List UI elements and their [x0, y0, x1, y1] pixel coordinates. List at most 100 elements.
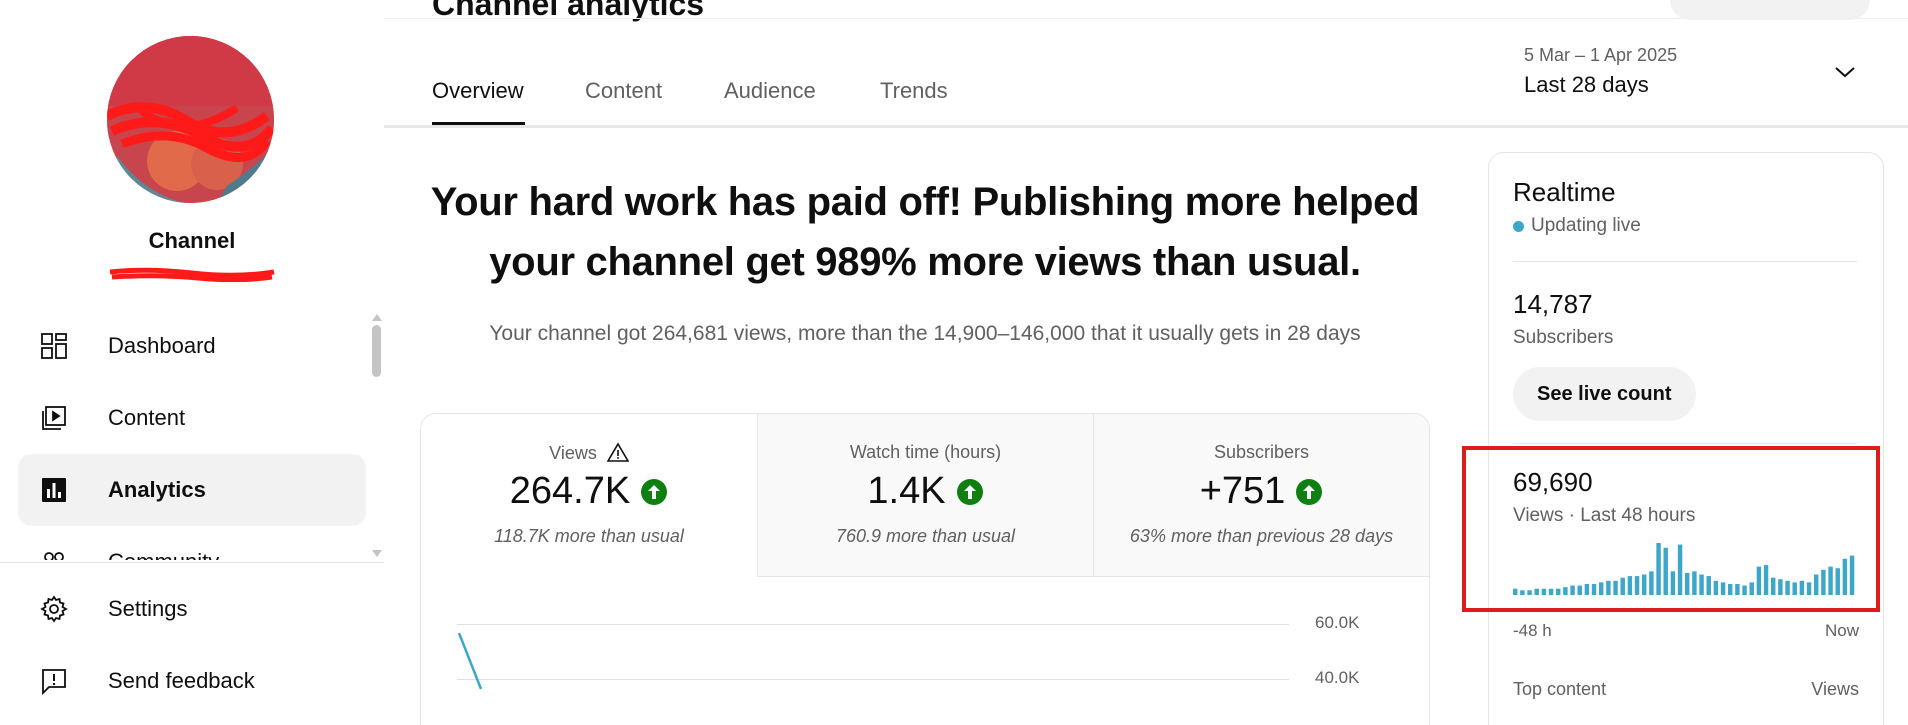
views-bar[interactable]: [1548, 588, 1554, 595]
views-bar[interactable]: [1591, 583, 1597, 595]
top-content-label: Top content: [1513, 679, 1607, 699]
views-bar[interactable]: [1771, 577, 1776, 595]
views-bar[interactable]: [1692, 571, 1697, 595]
sidebar-item-dashboard[interactable]: Dashboard: [18, 310, 366, 382]
realtime-views-label: Views · Last 48 hours: [1513, 505, 1696, 526]
sidebar-item-send-feedback[interactable]: Send feedback: [18, 645, 366, 717]
views-bar[interactable]: [1670, 571, 1676, 595]
subscriber-label: Subscribers: [1513, 327, 1614, 348]
views-bar[interactable]: [1534, 588, 1539, 595]
realtime-views-value: 69,690: [1513, 467, 1593, 497]
sidebar-item-label: Settings: [108, 596, 188, 621]
views-bar[interactable]: [1699, 574, 1704, 595]
views-bar[interactable]: [1756, 566, 1762, 595]
channel-avatar[interactable]: [107, 36, 274, 203]
sidebar-item-community[interactable]: Community: [18, 526, 366, 560]
views-bar[interactable]: [1728, 583, 1733, 595]
views-bar[interactable]: [1656, 543, 1661, 595]
views-bar[interactable]: [1778, 579, 1783, 595]
views-bar[interactable]: [1763, 565, 1769, 595]
views-bar[interactable]: [1799, 580, 1805, 595]
views-bar[interactable]: [1792, 582, 1797, 595]
metric-value: +751: [1199, 470, 1286, 512]
views-bar[interactable]: [1821, 569, 1826, 595]
views-bar[interactable]: [1785, 580, 1790, 595]
views-bar[interactable]: [1849, 555, 1855, 595]
sidebar-item-label: Dashboard: [108, 333, 216, 358]
chevron-down-icon[interactable]: [1834, 64, 1856, 80]
sidebar: Channel Dashboard Content Analytics Sett…: [0, 0, 384, 725]
sidebar-item-label: Send feedback: [108, 668, 255, 693]
views-bar[interactable]: [1599, 582, 1604, 595]
sidebar-bottom-nav: Settings Send feedback: [0, 573, 384, 717]
views-bar[interactable]: [1713, 580, 1719, 595]
top-content-metric: Views: [1811, 679, 1859, 699]
views-bar[interactable]: [1627, 576, 1633, 595]
views-bar[interactable]: [1806, 582, 1812, 595]
views-bar[interactable]: [1584, 583, 1590, 595]
views-bar[interactable]: [1649, 571, 1654, 595]
metric-tab-subscribers[interactable]: Subscribers +751 63% more than previous …: [1093, 414, 1429, 576]
tab-content[interactable]: Content: [585, 78, 662, 104]
tab-overview[interactable]: Overview: [432, 78, 524, 104]
metric-value: 264.7K: [509, 470, 631, 512]
feedback-icon: [40, 667, 68, 695]
y-tick-label: 40.0K: [1315, 668, 1360, 687]
page-title: Channel analytics: [432, 0, 705, 22]
views-bar[interactable]: [1570, 585, 1575, 595]
views-bar[interactable]: [1642, 574, 1647, 595]
metric-note: 760.9 more than usual: [835, 526, 1016, 546]
views-bar[interactable]: [1742, 585, 1747, 595]
tab-audience[interactable]: Audience: [724, 78, 816, 104]
tabs-divider: [384, 125, 1908, 128]
trend-up-icon: [1296, 478, 1323, 505]
metric-value: 1.4K: [867, 470, 946, 512]
sidebar-item-settings[interactable]: Settings: [18, 573, 366, 645]
views-bar[interactable]: [1563, 587, 1568, 595]
views-bar[interactable]: [1685, 572, 1690, 595]
views-chart: 60.0K 40.0K: [421, 577, 1429, 725]
see-live-count-button[interactable]: See live count: [1513, 367, 1696, 421]
views-bar[interactable]: [1828, 566, 1833, 595]
views-bar[interactable]: [1520, 590, 1525, 595]
sidebar-item-label: Analytics: [108, 477, 206, 502]
views-bar[interactable]: [1706, 576, 1711, 595]
metric-title: Views: [421, 442, 757, 464]
scroll-up-arrow[interactable]: [372, 314, 382, 321]
views-bar[interactable]: [1720, 582, 1726, 595]
redacted-handle: [109, 267, 275, 282]
metric-note: 63% more than previous 28 days: [1129, 526, 1394, 546]
live-status-text: Updating live: [1531, 215, 1641, 236]
advanced-mode-button[interactable]: [1670, 0, 1870, 20]
views-bar[interactable]: [1513, 588, 1518, 595]
realtime-views-chart[interactable]: [1513, 541, 1857, 595]
header-divider: [384, 18, 1908, 19]
views-bar[interactable]: [1577, 585, 1582, 595]
views-bar[interactable]: [1749, 582, 1754, 595]
views-bar[interactable]: [1556, 588, 1561, 595]
views-bar[interactable]: [1663, 547, 1668, 595]
tab-trends[interactable]: Trends: [880, 78, 948, 104]
sidebar-item-content[interactable]: Content: [18, 382, 366, 454]
warning-icon[interactable]: [606, 442, 629, 462]
scroll-down-arrow[interactable]: [372, 550, 382, 557]
views-bar[interactable]: [1620, 577, 1625, 595]
views-bar[interactable]: [1835, 568, 1840, 595]
views-bar[interactable]: [1814, 574, 1819, 595]
views-bar[interactable]: [1634, 576, 1640, 595]
views-bar[interactable]: [1842, 558, 1848, 595]
x-axis-end-label: Now: [1824, 621, 1859, 640]
avatar-image: [107, 36, 274, 203]
metric-tab-watch-time[interactable]: Watch time (hours) 1.4K 760.9 more than …: [757, 414, 1093, 576]
sidebar-item-analytics[interactable]: Analytics: [18, 454, 366, 526]
views-bar[interactable]: [1527, 590, 1532, 595]
views-bar[interactable]: [1677, 544, 1683, 595]
views-bar[interactable]: [1735, 583, 1740, 595]
views-bar[interactable]: [1613, 580, 1618, 595]
views-bar[interactable]: [1606, 580, 1611, 595]
sidebar-nav: Dashboard Content Analytics: [0, 310, 384, 560]
metric-tab-views[interactable]: Views 264.7K 118.7K more than usual: [421, 414, 757, 576]
trend-up-icon: [641, 478, 668, 505]
views-bar[interactable]: [1541, 588, 1547, 595]
sidebar-scrollbar[interactable]: [372, 325, 381, 377]
